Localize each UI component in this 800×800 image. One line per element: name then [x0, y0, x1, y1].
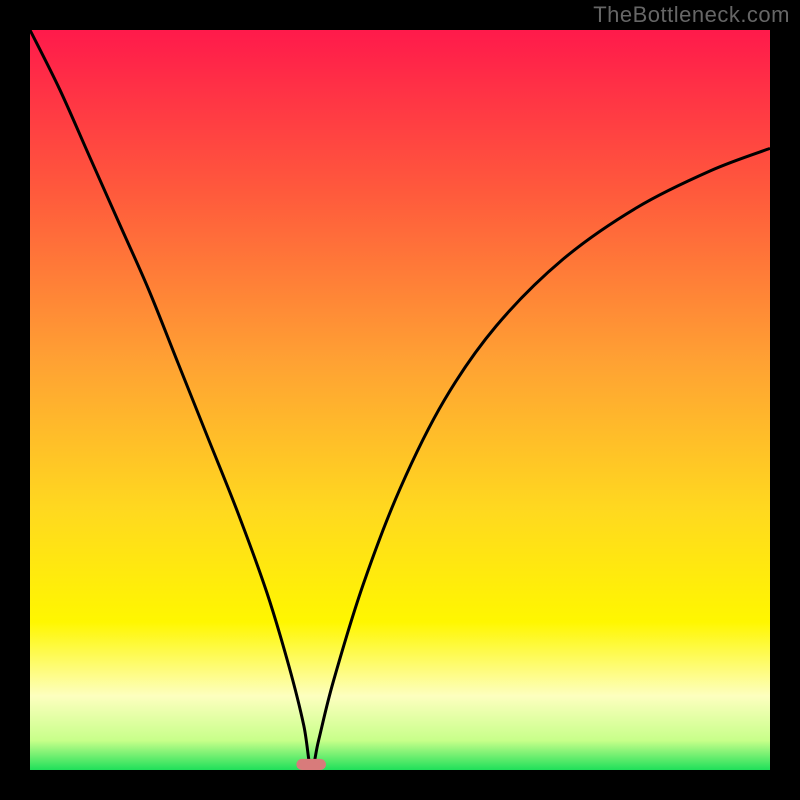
chart-stage: TheBottleneck.com	[0, 0, 800, 800]
plot-area	[30, 30, 770, 770]
optimal-marker	[296, 759, 326, 770]
watermark-text: TheBottleneck.com	[593, 2, 790, 28]
chart-svg	[0, 0, 800, 800]
